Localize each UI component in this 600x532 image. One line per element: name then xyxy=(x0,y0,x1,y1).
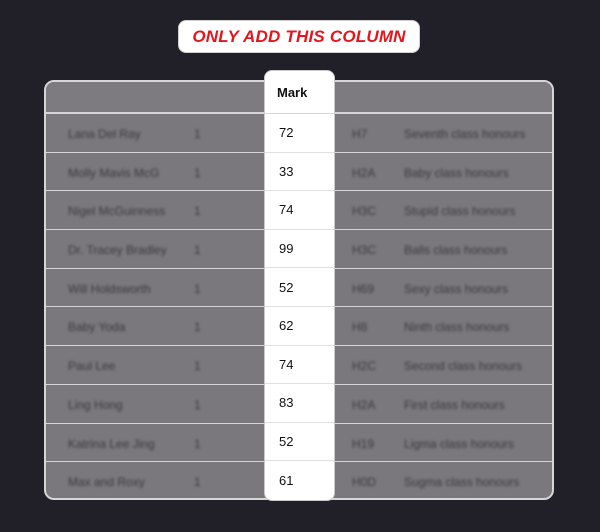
grade-code: H0D xyxy=(352,475,377,490)
count-cell: 1 xyxy=(194,397,201,412)
student-name: Lana Del Ray xyxy=(68,127,141,141)
honours-class: Stupid class honours xyxy=(404,204,516,219)
mark-column-header: Mark xyxy=(265,71,334,114)
mark-cell[interactable]: 52 xyxy=(265,268,334,307)
student-name: Nigel McGuinness xyxy=(68,204,166,219)
honours-class: Sexy class honours xyxy=(404,281,509,296)
honours-class: Seventh class honours xyxy=(404,127,526,141)
grade-code: H3C xyxy=(352,243,377,258)
student-name: Ling Hong xyxy=(68,397,123,412)
student-name: Molly Mavis McG xyxy=(68,165,160,180)
count-cell: 1 xyxy=(194,475,201,490)
count-cell: 1 xyxy=(194,204,201,219)
mark-cell[interactable]: 99 xyxy=(265,230,334,269)
mark-cell[interactable]: 61 xyxy=(265,461,334,500)
mark-cell[interactable]: 52 xyxy=(265,423,334,462)
honours-class: Baby class honours xyxy=(404,165,509,180)
mark-cell[interactable]: 62 xyxy=(265,307,334,346)
count-cell: 1 xyxy=(194,320,201,335)
student-name: Dr. Tracey Bradley xyxy=(68,243,167,258)
grade-code: H2A xyxy=(352,165,376,180)
grade-code: H8 xyxy=(352,320,368,335)
honours-class: Balls class honours xyxy=(404,243,508,258)
mark-cell[interactable]: 72 xyxy=(265,114,334,153)
grade-code: H2A xyxy=(352,397,376,412)
honours-class: First class honours xyxy=(404,397,505,412)
instruction-callout: ONLY ADD THIS COLUMN xyxy=(178,20,420,53)
mark-cell[interactable]: 74 xyxy=(265,191,334,230)
honours-class: Second class honours xyxy=(404,359,523,374)
student-name: Baby Yoda xyxy=(68,320,126,335)
honours-class: Sugma class honours xyxy=(404,475,520,490)
mark-cell[interactable]: 33 xyxy=(265,153,334,192)
count-cell: 1 xyxy=(194,127,201,141)
count-cell: 1 xyxy=(194,281,201,296)
honours-class: Ligma class honours xyxy=(404,436,515,451)
grade-code: H3C xyxy=(352,204,377,219)
grade-code: H19 xyxy=(352,436,375,451)
mark-cell[interactable]: 74 xyxy=(265,346,334,385)
grade-code: H7 xyxy=(352,127,368,141)
grade-code: H69 xyxy=(352,281,375,296)
student-name: Paul Lee xyxy=(68,359,116,374)
honours-class: Ninth class honours xyxy=(404,320,510,335)
count-cell: 1 xyxy=(194,436,201,451)
callout-text: ONLY ADD THIS COLUMN xyxy=(192,26,406,46)
mark-cell[interactable]: 83 xyxy=(265,384,334,423)
grade-code: H2C xyxy=(352,359,377,374)
student-name: Will Holdsworth xyxy=(68,281,151,296)
student-name: Katrina Lee Jing xyxy=(68,436,155,451)
count-cell: 1 xyxy=(194,243,201,258)
count-cell: 1 xyxy=(194,165,201,180)
mark-column[interactable]: Mark 72 33 74 99 52 62 74 83 52 61 xyxy=(264,70,335,501)
count-cell: 1 xyxy=(194,359,201,374)
student-name: Max and Roxy xyxy=(68,475,145,490)
